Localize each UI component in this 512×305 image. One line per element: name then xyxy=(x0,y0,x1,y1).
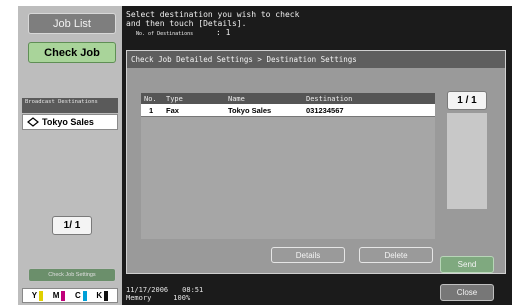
toner-black: K xyxy=(96,290,109,301)
message-line-2: and then touch [Details]. xyxy=(126,19,247,28)
status-date: 11/17/2006 xyxy=(126,286,169,294)
memory-value: 100% xyxy=(173,294,191,302)
cell-type: Fax xyxy=(166,105,179,115)
toner-black-swatch xyxy=(104,290,109,301)
table-row[interactable]: 1 Fax Tokyo Sales 031234567 xyxy=(141,104,435,117)
message-line-1: Select destination you wish to check xyxy=(126,10,300,19)
memory-label: Memory xyxy=(126,294,152,302)
copier-screen: Job List Check Job Broadcast Destination… xyxy=(18,6,512,305)
details-button[interactable]: Details xyxy=(271,247,345,263)
check-job-button[interactable]: Check Job xyxy=(28,42,116,63)
table-page-indicator: 1 / 1 xyxy=(447,91,487,110)
destination-table: No. Type Name Destination 1 Fax Tokyo Sa… xyxy=(141,93,435,239)
left-page-indicator: 1/ 1 xyxy=(52,216,92,235)
destination-settings-panel: Check Job Detailed Settings > Destinatio… xyxy=(126,50,506,274)
toner-cyan: C xyxy=(75,290,87,301)
toner-level-bar: Y M C K xyxy=(22,288,118,303)
destination-icon xyxy=(27,117,39,127)
status-bar: 11/17/2006 08:51 Memory 100% xyxy=(126,286,203,302)
column-header-destination: Destination xyxy=(306,94,353,103)
instruction-message: Select destination you wish to check and… xyxy=(126,10,426,37)
toner-yellow-swatch xyxy=(39,290,44,301)
column-header-type: Type xyxy=(166,94,183,103)
toner-cyan-swatch xyxy=(82,290,87,301)
check-job-settings-button[interactable]: Check Job Settings xyxy=(28,268,116,282)
broadcast-destination-item[interactable]: Tokyo Sales xyxy=(22,114,118,130)
column-header-name: Name xyxy=(228,94,245,103)
status-time: 08:51 xyxy=(182,286,204,294)
scroll-area[interactable] xyxy=(447,113,487,209)
left-column: Job List Check Job Broadcast Destination… xyxy=(18,6,122,305)
job-list-button[interactable]: Job List xyxy=(28,13,116,34)
send-button[interactable]: Send xyxy=(440,256,494,273)
destination-count-label: No. of Destinations xyxy=(136,31,194,37)
close-button[interactable]: Close xyxy=(440,284,494,301)
table-header: No. Type Name Destination xyxy=(141,93,435,104)
toner-magenta: M xyxy=(53,290,66,301)
cell-destination: 031234567 xyxy=(306,105,344,115)
broadcast-destinations-header: Broadcast Destinations xyxy=(22,98,118,113)
toner-magenta-swatch xyxy=(61,290,66,301)
cell-no: 1 xyxy=(149,105,154,115)
column-header-no: No. xyxy=(144,94,157,103)
delete-button[interactable]: Delete xyxy=(359,247,433,263)
broadcast-destination-label: Tokyo Sales xyxy=(42,117,94,127)
cell-name: Tokyo Sales xyxy=(228,105,272,115)
destination-count-value: : 1 xyxy=(216,28,231,37)
panel-title: Check Job Detailed Settings > Destinatio… xyxy=(127,51,505,68)
toner-yellow: Y xyxy=(32,290,44,301)
